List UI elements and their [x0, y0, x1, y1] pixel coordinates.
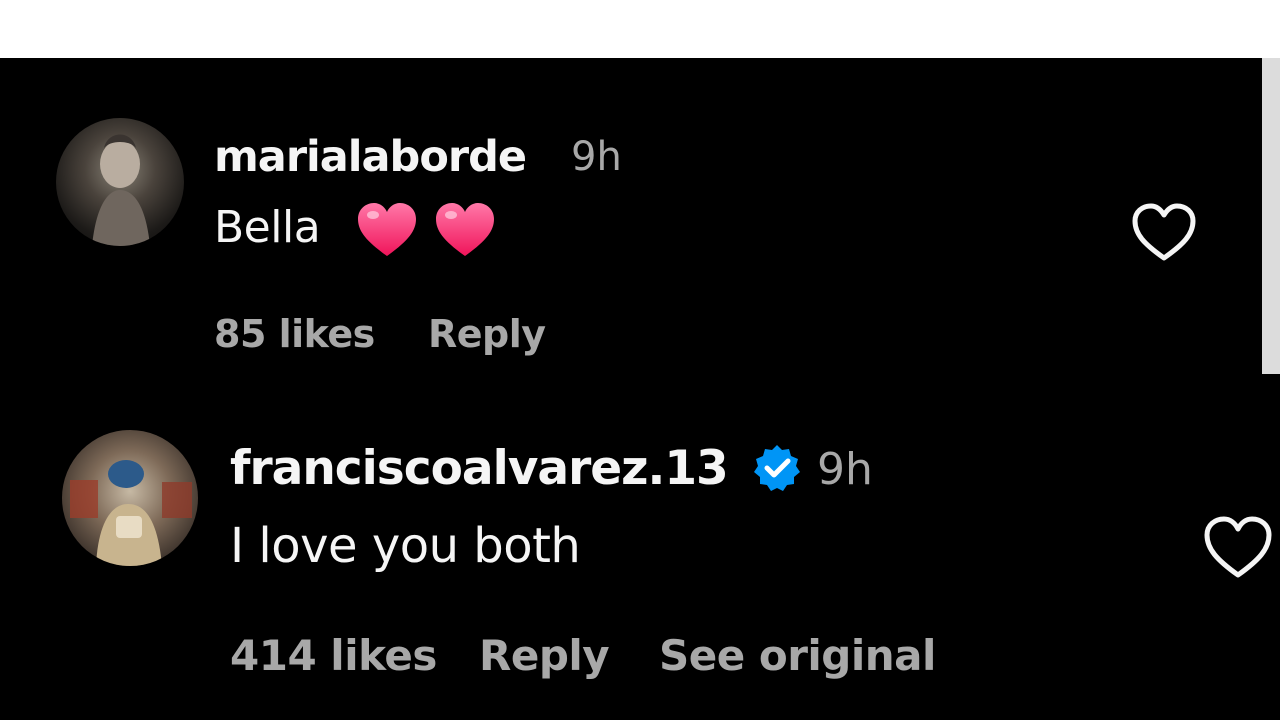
see-original-button[interactable]: See original [659, 631, 936, 680]
comment-username[interactable]: marialaborde [214, 132, 527, 182]
likes-count[interactable]: 414 likes [230, 631, 437, 680]
comments-panel [0, 58, 1280, 720]
comment-username[interactable]: franciscoalvarez.13 [230, 441, 729, 496]
profile-photo-icon [70, 460, 192, 566]
avatar[interactable] [56, 118, 184, 246]
verified-badge-icon [754, 445, 800, 491]
comment-text: Bella [214, 202, 321, 253]
avatar[interactable] [62, 430, 198, 566]
reply-button[interactable]: Reply [479, 631, 610, 680]
comment-timestamp: 9h [571, 134, 622, 180]
like-heart-icon[interactable] [1130, 202, 1198, 264]
scrollbar-thumb[interactable] [1262, 58, 1280, 374]
profile-photo-icon [92, 134, 150, 246]
heart-emoji-icon [436, 203, 494, 256]
likes-count[interactable]: 85 likes [214, 312, 375, 356]
top-bar [0, 0, 1280, 58]
comment-text: I love you both [230, 518, 581, 574]
like-heart-icon[interactable] [1202, 515, 1274, 581]
comment-timestamp: 9h [817, 444, 873, 495]
reply-button[interactable]: Reply [428, 312, 546, 356]
heart-emoji-icon [358, 203, 416, 256]
